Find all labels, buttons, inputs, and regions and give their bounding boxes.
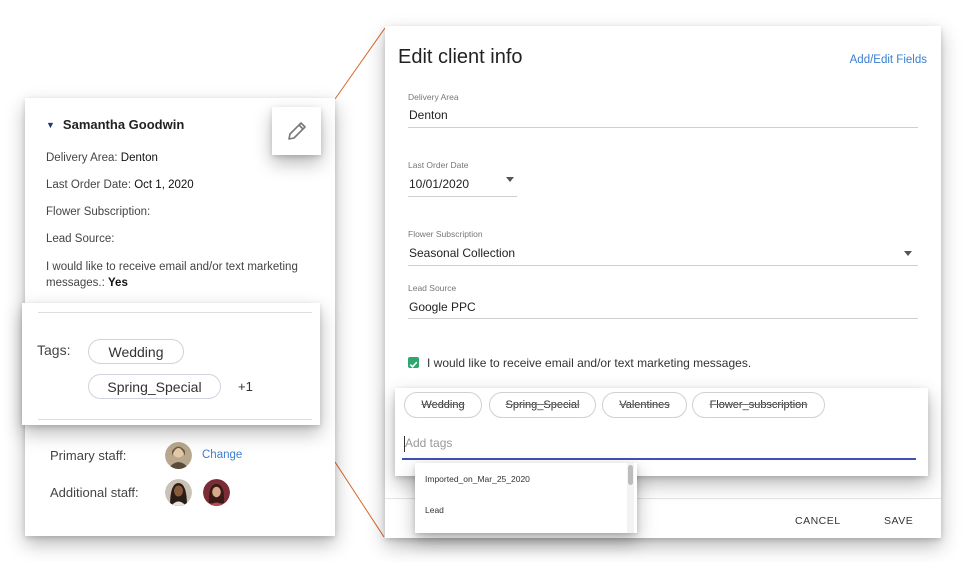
delivery-area-underline [408,127,918,128]
delivery-area-label: Delivery Area: [46,152,118,164]
last-order-value: Oct 1, 2020 [134,179,194,191]
tag-chip-label: Spring_Special [505,399,580,411]
check-icon [409,361,418,368]
subscription-field-label: Flower Subscription [408,229,483,239]
tags-label: Tags: [37,342,71,358]
pencil-icon [287,122,306,140]
subscription-row: Flower Subscription: [46,206,150,218]
cancel-button[interactable]: CANCEL [795,515,841,527]
last-order-date-picker[interactable]: 10/01/2020 [409,177,469,191]
save-button[interactable]: SAVE [884,515,913,527]
delivery-area-field-label: Delivery Area [408,92,459,102]
triangle-down-icon[interactable] [904,251,912,256]
add-edit-fields-link[interactable]: Add/Edit Fields [850,54,927,66]
lead-source-input[interactable]: Google PPC [409,300,476,314]
marketing-row: I would like to receive email and/or tex… [46,259,306,291]
marketing-label: I would like to receive email and/or tex… [46,261,298,289]
additional-staff-label: Additional staff: [50,485,139,500]
suggestion-item[interactable]: Lead [425,505,444,515]
marketing-checkbox-label[interactable]: I would like to receive email and/or tex… [427,356,751,370]
dialog-title: Edit client info [398,46,523,68]
subscription-select[interactable]: Seasonal Collection [409,246,515,260]
triangle-down-icon[interactable] [506,177,514,182]
client-name-toggle[interactable]: ▼ Samantha Goodwin [46,117,184,132]
add-tags-input[interactable] [402,428,916,460]
tag-chip-label: Wedding [421,399,465,411]
client-name: Samantha Goodwin [62,117,185,132]
marketing-checkbox[interactable] [408,357,419,368]
tag-chip-label: Flower_subscription [709,399,808,411]
divider [38,312,312,313]
tag-chip-spring-special[interactable]: Spring_Special [489,392,596,418]
last-order-underline [408,196,517,197]
additional-staff-avatar [203,479,230,506]
tag-suggestion-menu: Imported_on_Mar_25_2020 Lead [415,463,637,533]
tags-panel: Tags: Wedding Spring_Special +1 [22,303,320,425]
primary-staff-label: Primary staff: [50,448,127,463]
marketing-value: Yes [108,277,128,289]
change-primary-staff-link[interactable]: Change [202,449,242,461]
caret-down-icon: ▼ [46,119,55,130]
primary-staff-avatar [165,442,192,469]
tag-chip-valentines[interactable]: Valentines [602,392,687,418]
lead-source-label: Lead Source: [46,233,115,245]
last-order-label: Last Order Date: [46,179,132,191]
suggestion-scrollbar[interactable] [628,465,633,485]
delivery-area-value: Denton [120,152,158,164]
subscription-underline [408,265,918,266]
delivery-area-input[interactable]: Denton [409,108,448,122]
text-cursor [404,436,405,452]
additional-staff-avatar [165,479,192,506]
tag-chip-label: Valentines [619,399,670,411]
divider [38,419,312,420]
more-tags-count[interactable]: +1 [238,379,253,394]
lead-source-underline [408,318,918,319]
last-order-row: Last Order Date: Oct 1, 2020 [46,179,194,191]
tag-pill-spring-special[interactable]: Spring_Special [88,374,221,399]
delivery-area-row: Delivery Area: Denton [46,152,158,164]
lead-source-field-label: Lead Source [408,283,457,293]
lead-source-row: Lead Source: [46,233,114,245]
subscription-label: Flower Subscription: [46,206,151,218]
suggestion-item[interactable]: Imported_on_Mar_25_2020 [425,474,530,484]
last-order-field-label: Last Order Date [408,160,469,170]
edit-client-button[interactable] [272,107,321,155]
tag-pill-wedding[interactable]: Wedding [88,339,184,364]
tag-chip-wedding[interactable]: Wedding [404,392,482,418]
tag-chip-flower-subscription[interactable]: Flower_subscription [692,392,825,418]
